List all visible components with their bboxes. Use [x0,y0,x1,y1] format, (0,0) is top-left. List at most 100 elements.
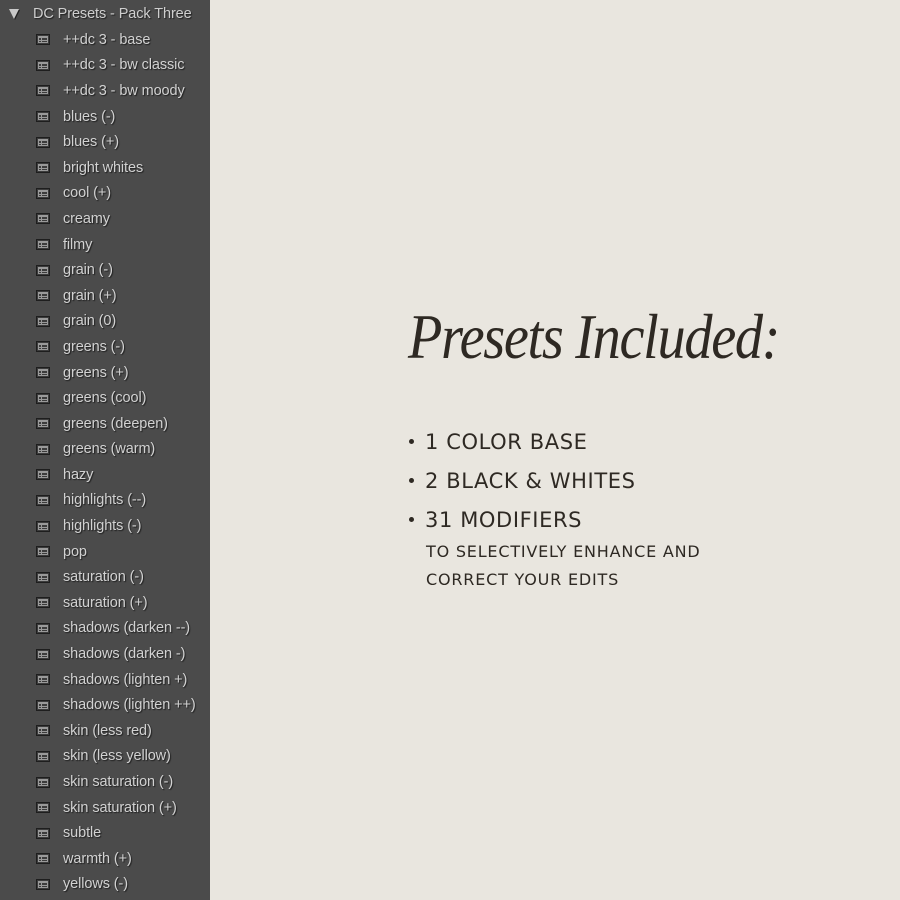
preset-item[interactable]: pop [0,539,210,565]
preset-icon [36,853,50,865]
preset-icon [36,239,50,251]
preset-item[interactable]: greens (deepen) [0,411,210,437]
preset-icon [36,699,50,711]
preset-label: yellows (-) [63,876,128,893]
preset-label: blues (+) [63,134,119,151]
preset-folder-pack-three[interactable]: DC Presets - Pack Three [0,2,210,26]
preset-label: saturation (+) [63,594,148,611]
preset-icon [36,418,50,430]
preset-item[interactable]: blues (-) [0,104,210,130]
preset-icon [36,367,50,379]
preset-icon [36,494,50,506]
preset-label: shadows (lighten +) [63,671,188,688]
preset-icon [36,674,50,686]
preset-item[interactable]: highlights (--) [0,488,210,514]
preset-label: skin saturation (-) [63,774,174,791]
preset-item[interactable]: grain (+) [0,283,210,309]
preset-item[interactable]: skin saturation (-) [0,769,210,795]
preset-label: skin (less yellow) [63,748,171,765]
triangle-down-icon[interactable] [9,9,19,19]
preset-item[interactable]: creamy [0,206,210,232]
preset-icon [36,34,50,46]
preset-label: creamy [63,210,110,227]
preset-label: ++dc 3 - base [63,31,151,48]
preset-item[interactable]: skin saturation (+) [0,795,210,821]
preset-label: greens (+) [63,364,129,381]
preset-item[interactable]: saturation (+) [0,590,210,616]
bullet-dot-icon [409,517,414,522]
preset-label: shadows (darken -) [63,646,186,663]
preset-label: cool (+) [63,185,111,202]
preset-item[interactable]: ++dc 3 - bw classic [0,53,210,79]
preset-item[interactable]: grain (0) [0,309,210,335]
preset-icon [36,341,50,353]
preset-icon [36,111,50,123]
preset-label: highlights (-) [63,518,142,535]
bullet-text: 1 COLOR BASE [425,429,588,454]
preset-label: greens (deepen) [63,415,168,432]
preset-icon [36,187,50,199]
preset-icon [36,59,50,71]
preset-icon [36,878,50,890]
preset-icon [36,136,50,148]
bullet-text: 2 BLACK & WHITES [425,468,636,493]
preset-label: ++dc 3 - bw moody [63,82,185,99]
preset-icon [36,622,50,634]
presets-panel: DC Presets - Pack Three ++dc 3 - base ++d… [0,0,210,900]
preset-icon [36,520,50,532]
preset-label: saturation (-) [63,569,144,586]
preset-item[interactable]: greens (warm) [0,437,210,463]
preset-item[interactable]: skin (less red) [0,718,210,744]
preset-icon [36,776,50,788]
preset-icon [36,725,50,737]
bullet-list: 1 COLOR BASE 2 BLACK & WHITES 31 MODIFIE… [408,422,636,539]
preset-icon [36,85,50,97]
preset-label: greens (cool) [63,390,147,407]
preset-icon [36,213,50,225]
preset-label: skin saturation (+) [63,799,177,816]
preset-icon [36,315,50,327]
bullet-item: 1 COLOR BASE [408,422,636,461]
preset-icon [36,597,50,609]
preset-item[interactable]: shadows (lighten ++) [0,692,210,718]
preset-item[interactable]: warmth (+) [0,846,210,872]
preset-item[interactable]: hazy [0,462,210,488]
preset-label: grain (-) [63,262,113,279]
preset-item[interactable]: saturation (-) [0,564,210,590]
preset-label: highlights (--) [63,492,147,509]
preset-item[interactable]: subtle [0,820,210,846]
preset-item[interactable]: skin (less yellow) [0,744,210,770]
preset-item[interactable]: greens (-) [0,334,210,360]
preset-item[interactable]: ++dc 3 - bw moody [0,78,210,104]
preset-item[interactable]: highlights (-) [0,513,210,539]
preset-icon [36,443,50,455]
preset-label: skin (less red) [63,722,152,739]
preset-icon [36,469,50,481]
bullet-item: 31 MODIFIERS [408,500,636,539]
preset-label: shadows (darken --) [63,620,191,637]
preset-item[interactable]: cool (+) [0,181,210,207]
preset-item[interactable]: filmy [0,232,210,258]
preset-label: grain (+) [63,287,117,304]
preset-item[interactable]: shadows (darken -) [0,641,210,667]
preset-label: grain (0) [63,313,117,330]
preset-item[interactable]: shadows (lighten +) [0,667,210,693]
preset-label: pop [63,543,87,560]
modifiers-description: TO SELECTIVELY ENHANCE AND CORRECT YOUR … [426,542,701,589]
preset-label: ++dc 3 - bw classic [63,57,185,74]
preset-item[interactable]: greens (+) [0,360,210,386]
preset-item[interactable]: ++dc 3 - base [0,27,210,53]
info-panel: Presets Included: 1 COLOR BASE 2 BLACK &… [210,0,900,900]
preset-item[interactable]: shadows (darken --) [0,616,210,642]
preset-label: subtle [63,825,102,842]
preset-item[interactable]: greens (cool) [0,385,210,411]
preset-icon [36,802,50,814]
preset-label: greens (-) [63,338,125,355]
preset-item[interactable]: bright whites [0,155,210,181]
bullet-dot-icon [409,478,414,483]
preset-item[interactable]: grain (-) [0,257,210,283]
preset-icon [36,648,50,660]
preset-item[interactable]: blues (+) [0,129,210,155]
preset-icon [36,162,50,174]
preset-item[interactable]: yellows (-) [0,872,210,898]
